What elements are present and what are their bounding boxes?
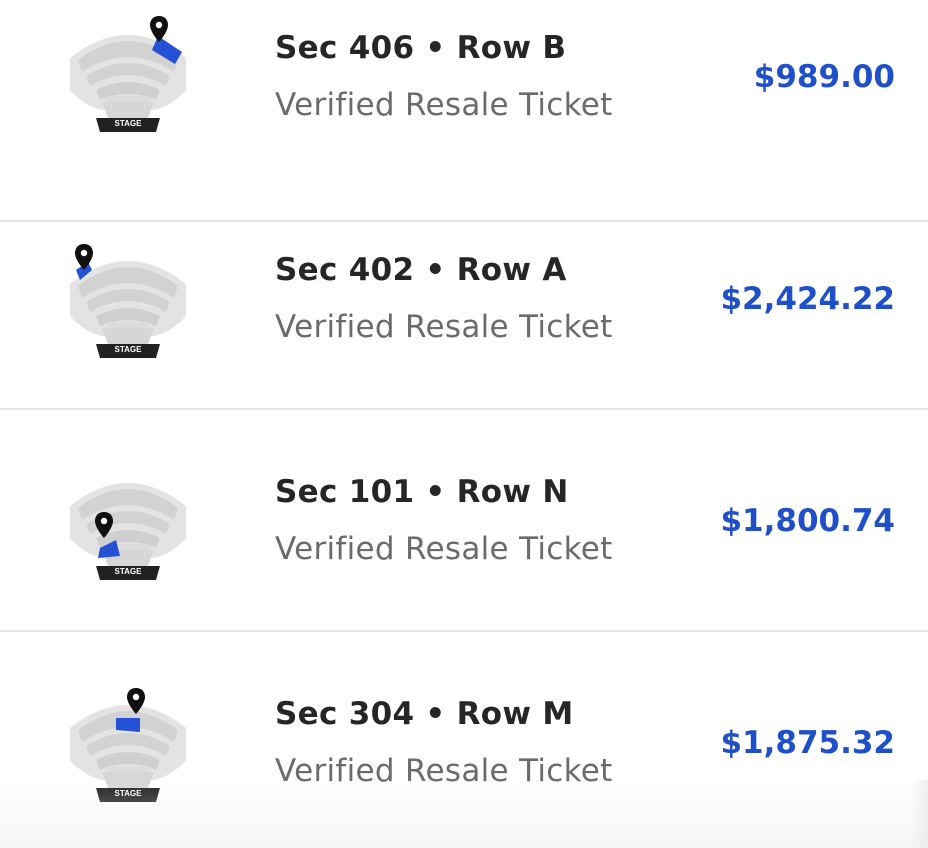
listing-price: $2,424.22 <box>720 281 895 317</box>
ticket-row-sec-304[interactable]: STAGE Sec 304 • Row M Verified Resale Ti… <box>0 632 928 848</box>
ticket-row-sec-101[interactable]: STAGE Sec 101 • Row N Verified Resale Ti… <box>0 410 928 632</box>
listing-price: $1,800.74 <box>720 503 895 539</box>
listing-title: Sec 101 • Row N <box>275 474 569 510</box>
venue-map-icon: STAGE <box>62 14 194 134</box>
stage-label: STAGE <box>114 345 142 354</box>
ticket-listing: STAGE Sec 406 • Row B Verified Resale Ti… <box>0 0 928 848</box>
venue-map-icon: STAGE <box>62 240 194 360</box>
listing-title: Sec 304 • Row M <box>275 696 574 732</box>
stage-label: STAGE <box>114 119 142 128</box>
listing-subtitle: Verified Resale Ticket <box>275 753 613 789</box>
stage-label: STAGE <box>114 789 142 798</box>
listing-subtitle: Verified Resale Ticket <box>275 531 613 567</box>
listing-title: Sec 406 • Row B <box>275 30 567 66</box>
venue-map-icon: STAGE <box>62 462 194 582</box>
listing-price: $1,875.32 <box>720 725 895 761</box>
listing-subtitle: Verified Resale Ticket <box>275 309 613 345</box>
listing-title: Sec 402 • Row A <box>275 252 567 288</box>
stage-label: STAGE <box>114 567 142 576</box>
ticket-row-sec-402[interactable]: STAGE Sec 402 • Row A Verified Resale Ti… <box>0 188 928 410</box>
listing-subtitle: Verified Resale Ticket <box>275 87 613 123</box>
listing-price: $989.00 <box>753 59 895 95</box>
venue-map-icon: STAGE <box>62 684 194 804</box>
